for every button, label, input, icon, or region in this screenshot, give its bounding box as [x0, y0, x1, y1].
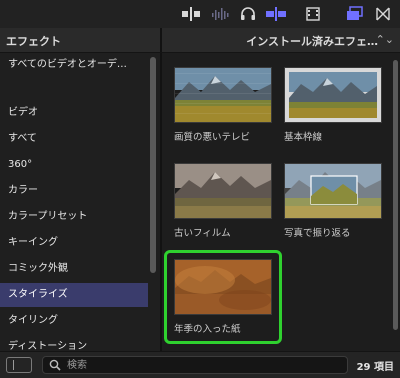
effect-label: 基本枠線: [284, 132, 323, 143]
effect-thumbnail: [284, 67, 382, 123]
search-input[interactable]: [67, 358, 337, 372]
effect-thumbnail: [284, 163, 382, 219]
filmstrip-icon[interactable]: [302, 5, 324, 23]
bottom-bar: 29 項目: [0, 351, 400, 378]
audio-split-icon[interactable]: [180, 5, 202, 23]
sidebar-scroll-thumb[interactable]: [150, 57, 156, 273]
headphones-icon[interactable]: [237, 5, 259, 23]
effect-label: 写真で振り返る: [284, 228, 351, 239]
waveform-icon[interactable]: [210, 5, 232, 23]
effect-tile-photo-recall[interactable]: 写真で振り返る: [284, 163, 382, 239]
sidebar-item-comic-looks[interactable]: コミック外観: [0, 257, 148, 281]
sidebar-item-keying[interactable]: キーイング: [0, 231, 148, 255]
effect-tile-basic-border[interactable]: 基本枠線: [284, 67, 382, 143]
transitions-icon[interactable]: [372, 5, 394, 23]
sidebar-item-tiling[interactable]: タイリング: [0, 309, 148, 333]
effect-thumbnail: [174, 163, 272, 219]
top-toolbar: [0, 0, 400, 28]
sidebar-item-distortion[interactable]: ディストーション: [0, 335, 148, 351]
search-box[interactable]: [42, 356, 348, 374]
search-icon: [49, 359, 61, 371]
chevron-updown-icon[interactable]: ⌃⌄: [376, 33, 394, 46]
sidebar-item-all-video-audio[interactable]: すべてのビデオとオーデ…: [0, 53, 148, 77]
effect-label: 古いフィルム: [174, 228, 231, 239]
effects-category-sidebar: すべてのビデオとオーデ… ビデオ すべて 360° カラー カラープリセット キ…: [0, 53, 160, 351]
grid-scroll-thumb[interactable]: [393, 60, 398, 330]
browser-toggle-icon[interactable]: [344, 5, 366, 23]
sidebar-item-all[interactable]: すべて: [0, 127, 148, 151]
sidebar-item-stylize[interactable]: スタイライズ: [0, 283, 148, 307]
effects-title: エフェクト: [6, 35, 61, 48]
effect-tile-bad-tv[interactable]: 画質の悪いテレビ: [174, 67, 272, 143]
sidebar-toggle-icon[interactable]: [6, 357, 32, 373]
effect-thumbnail: [174, 67, 272, 123]
sidebar-item-color-presets[interactable]: カラープリセット: [0, 205, 148, 229]
header-divider: [160, 28, 162, 52]
clip-skimming-icon[interactable]: [265, 5, 287, 23]
installed-effects-dropdown[interactable]: インストール済みエフェ…: [246, 33, 378, 49]
sidebar-item-color[interactable]: カラー: [0, 179, 148, 203]
effect-tile-old-film[interactable]: 古いフィルム: [174, 163, 272, 239]
effect-label: 画質の悪いテレビ: [174, 132, 251, 143]
selection-highlight: [164, 250, 282, 344]
sidebar-item-360[interactable]: 360°: [0, 153, 148, 177]
sidebar-heading-video[interactable]: ビデオ: [0, 101, 148, 125]
effects-header: エフェクト インストール済みエフェ… ⌃⌄: [0, 28, 400, 53]
sidebar-scrollbar[interactable]: [149, 53, 157, 351]
item-count: 29 項目: [356, 362, 394, 373]
